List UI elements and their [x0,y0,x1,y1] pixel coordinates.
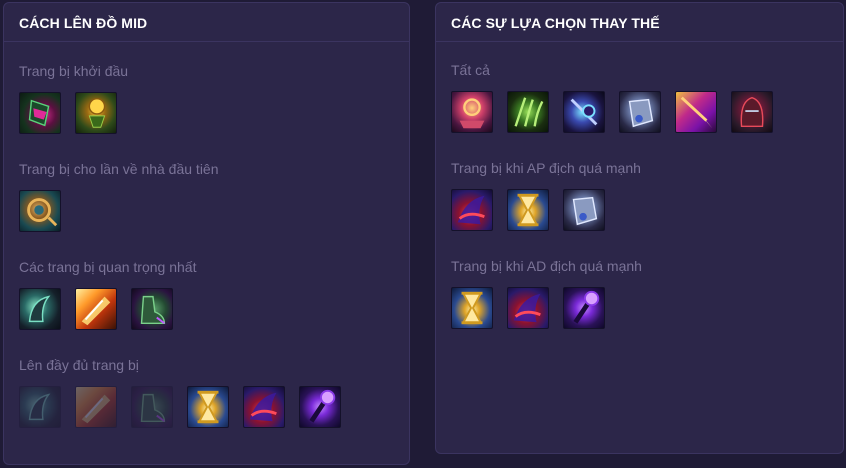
dark-seal-icon[interactable] [19,92,61,134]
armguard-icon[interactable] [563,189,605,231]
alternatives-panel-title: CÁC SỰ LỰA CHỌN THAY THẾ [436,3,843,42]
build-panel-title: CÁCH LÊN ĐỒ MID [4,3,409,42]
section-first-back: Trang bị cho lần về nhà đầu tiên [19,160,219,232]
alternatives-panel: CÁC SỰ LỰA CHỌN THAY THẾ Tất cả Trang bị… [435,2,844,454]
section-full-build: Lên đầy đủ trang bị [19,356,341,428]
section-label: Các trang bị quan trọng nhất [19,259,197,275]
zhonyas-hourglass-icon[interactable] [451,287,493,329]
zhonyas-hourglass-icon[interactable] [507,189,549,231]
section-label: Tất cả [451,62,490,78]
section-starting-items: Trang bị khởi đầu [19,62,128,134]
thornmail-icon[interactable] [507,91,549,133]
build-panel: CÁCH LÊN ĐỒ MID Trang bị khởi đầu Trang … [3,2,410,465]
section-all: Tất cả [451,61,773,133]
banshees-veil-icon[interactable] [451,189,493,231]
storm-surge-icon[interactable] [75,288,117,330]
section-label: Trang bị cho lần về nhà đầu tiên [19,161,219,177]
luden-icon[interactable] [19,288,61,330]
section-vs-ad: Trang bị khi AD địch quá mạnh [451,257,642,329]
banshees-veil-icon[interactable] [507,287,549,329]
section-vs-ap: Trang bị khi AP địch quá mạnh [451,159,641,231]
section-label: Lên đầy đủ trang bị [19,357,139,373]
cowl-icon[interactable] [731,91,773,133]
section-label: Trang bị khi AD địch quá mạnh [451,258,642,274]
section-label: Trang bị khi AP địch quá mạnh [451,160,641,176]
lost-chapter-icon[interactable] [19,190,61,232]
void-glaive-icon[interactable] [563,91,605,133]
storm-surge-icon[interactable] [75,386,117,428]
section-label: Trang bị khởi đầu [19,63,129,79]
sorcerers-shoes-icon[interactable] [131,386,173,428]
section-core-items: Các trang bị quan trọng nhất [19,258,196,330]
sorcerers-shoes-icon[interactable] [131,288,173,330]
mejais-soulstealer-icon[interactable] [451,91,493,133]
corrupting-potion-icon[interactable] [75,92,117,134]
luden-icon[interactable] [19,386,61,428]
spear-icon[interactable] [675,91,717,133]
armguard-icon[interactable] [619,91,661,133]
void-staff-icon[interactable] [563,287,605,329]
void-staff-icon[interactable] [299,386,341,428]
zhonyas-hourglass-icon[interactable] [187,386,229,428]
banshees-veil-icon[interactable] [243,386,285,428]
